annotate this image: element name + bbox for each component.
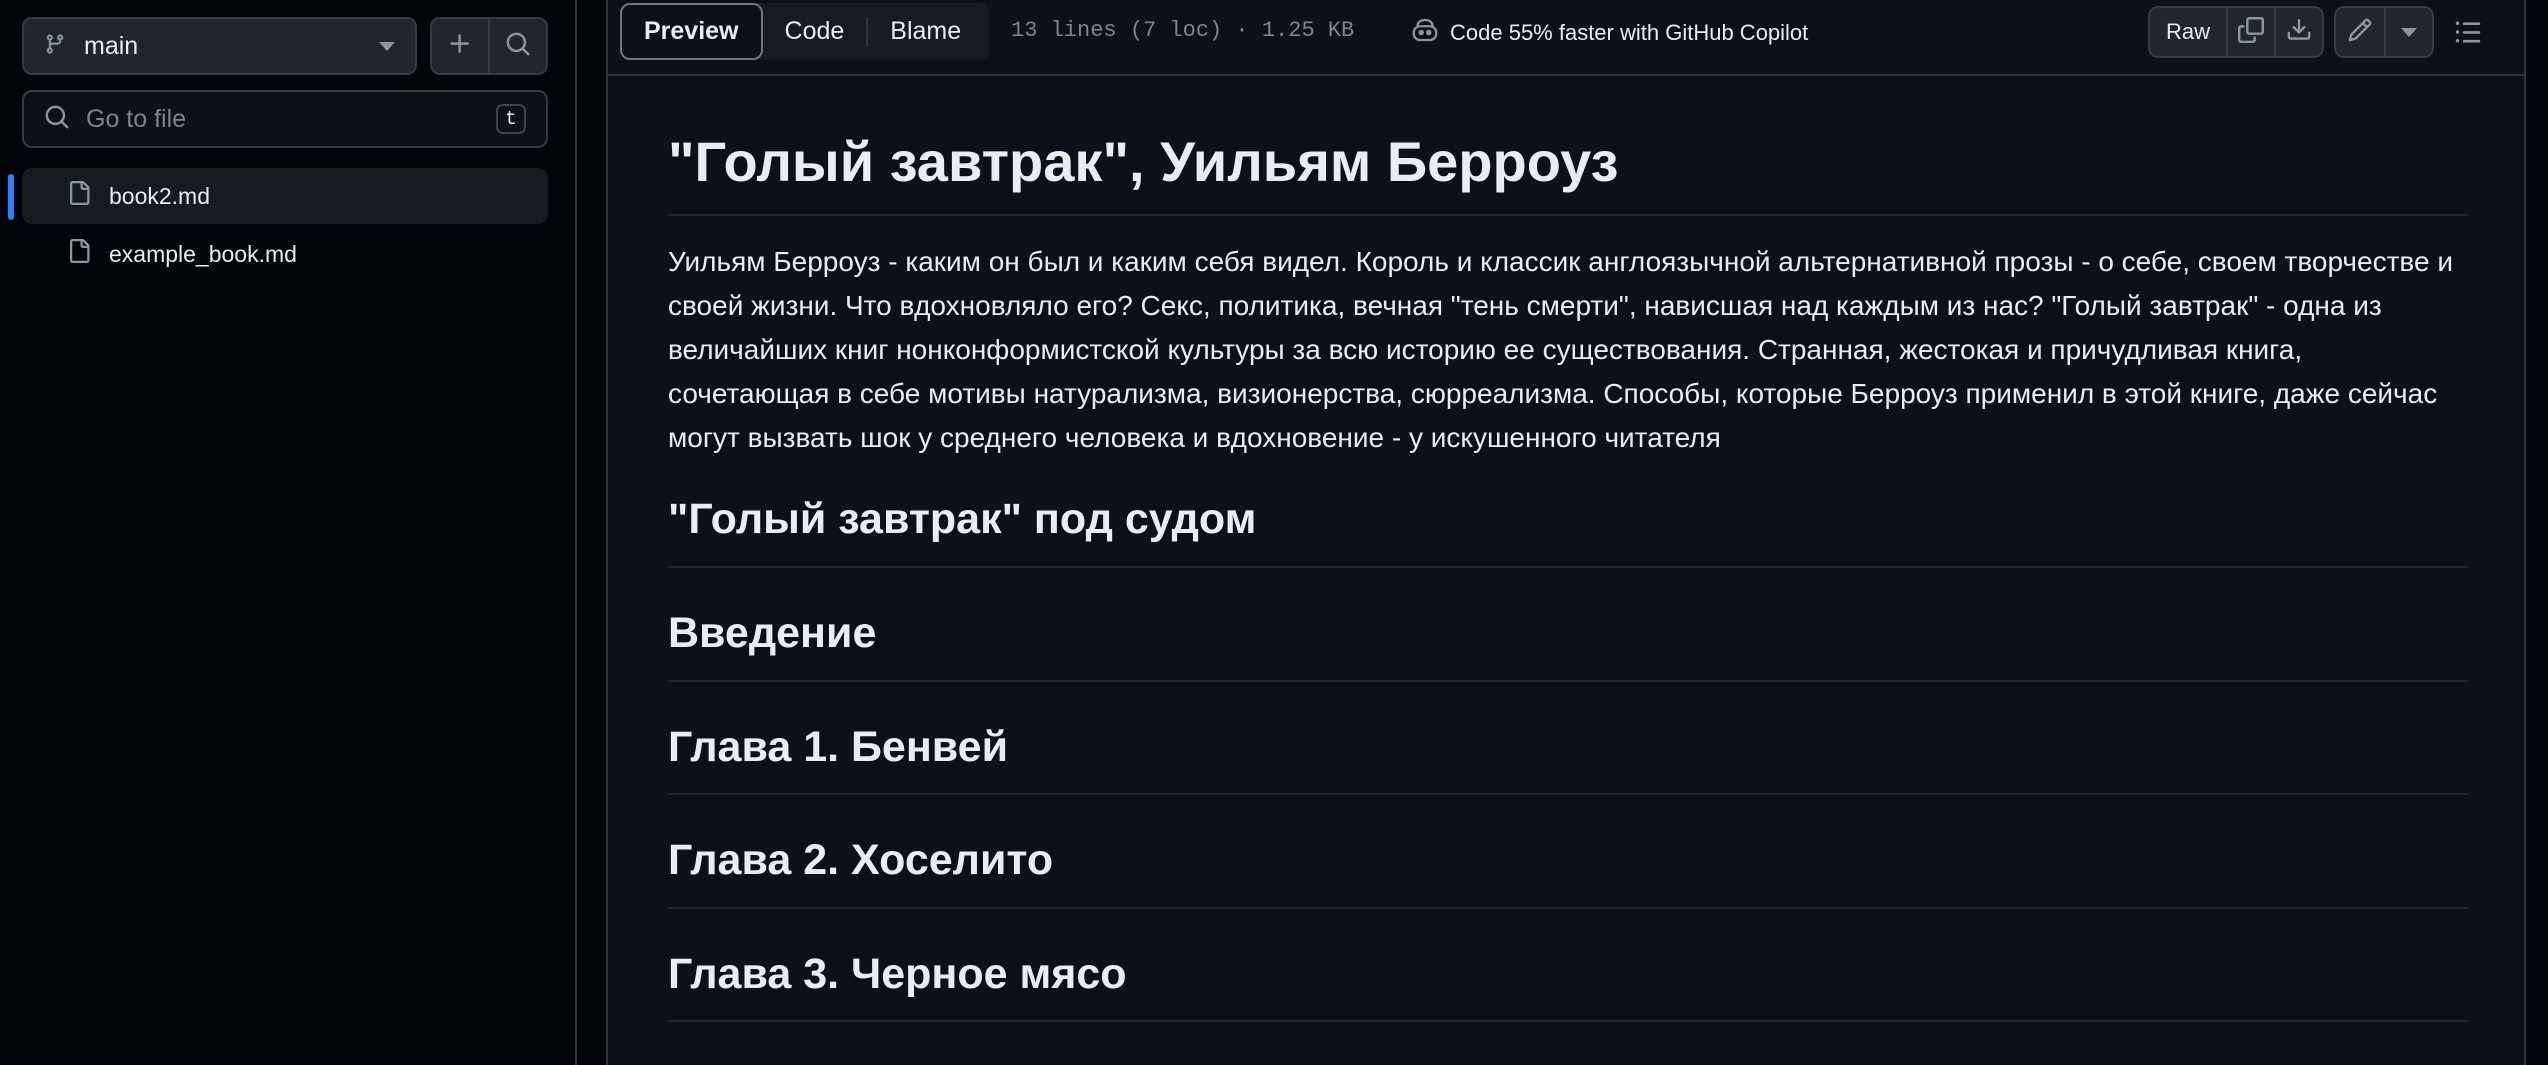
file-name: example_book.md (109, 240, 297, 267)
go-to-file-placeholder: Go to file (86, 104, 187, 133)
active-file-indicator (8, 174, 14, 220)
markdown-heading: Глава 1. Бенвей (668, 722, 2468, 796)
edit-actions (2334, 6, 2434, 58)
raw-actions: Raw (2148, 6, 2325, 58)
raw-button[interactable]: Raw (2150, 8, 2226, 56)
search-code-button[interactable] (488, 19, 546, 73)
search-icon (44, 104, 70, 135)
tree-item-book2[interactable]: book2.md (22, 168, 548, 224)
list-outline-icon (2453, 18, 2483, 51)
tree-actions (430, 17, 548, 75)
plus-icon (447, 31, 473, 62)
markdown-body: "Голый завтрак", Уильям Берроуз Уильям Б… (668, 76, 2468, 1023)
tree-item-example-book[interactable]: example_book.md (22, 226, 548, 282)
file-icon (67, 179, 91, 213)
copy-raw-button[interactable] (2226, 8, 2274, 56)
branch-selector-button[interactable]: main (22, 17, 417, 75)
add-file-button[interactable] (432, 19, 488, 73)
tab-code[interactable]: Code (763, 3, 867, 60)
file-toolbar: Preview Code Blame 13 lines (7 loc) · 1.… (608, 0, 2524, 76)
copilot-icon (1410, 16, 1440, 50)
pencil-icon (2347, 17, 2373, 48)
markdown-paragraph: Уильям Берроуз - каким он был и каким се… (668, 246, 2453, 454)
markdown-heading: "Голый завтрак" под судом (668, 494, 2468, 568)
copilot-text: Code 55% faster with GitHub Copilot (1450, 20, 1809, 45)
markdown-heading: Введение (668, 608, 2468, 682)
download-button[interactable] (2274, 8, 2322, 56)
chevron-down-icon (379, 41, 395, 51)
edit-file-button[interactable] (2336, 8, 2384, 56)
file-tree-sidebar: main Go to file t book2.md example_book.… (0, 0, 577, 1065)
keyboard-shortcut-badge: t (496, 104, 526, 134)
file-meta: 13 lines (7 loc) · 1.25 KB (1011, 18, 1355, 43)
edit-options-button[interactable] (2384, 8, 2432, 56)
file-name: book2.md (109, 182, 211, 209)
search-icon (505, 31, 531, 62)
branch-name: main (84, 31, 139, 60)
markdown-heading: Глава 2. Хоселито (668, 835, 2468, 909)
outline-button[interactable] (2448, 14, 2488, 54)
view-mode-tabs: Preview Code Blame (620, 3, 990, 60)
file-viewer: Preview Code Blame 13 lines (7 loc) · 1.… (606, 0, 2526, 1065)
chevron-down-icon (2401, 27, 2417, 37)
download-icon (2286, 17, 2312, 48)
markdown-title: "Голый завтрак", Уильям Берроуз (668, 130, 2468, 217)
tab-preview[interactable]: Preview (620, 3, 763, 60)
copy-icon (2238, 16, 2265, 48)
markdown-heading: Глава 3. Черное мясо (668, 949, 2468, 1023)
file-icon (67, 237, 91, 271)
copilot-promo-link[interactable]: Code 55% faster with GitHub Copilot (1410, 16, 1808, 50)
go-to-file-input[interactable]: Go to file t (22, 90, 548, 148)
git-branch-icon (44, 32, 66, 61)
tab-blame[interactable]: Blame (868, 3, 983, 60)
